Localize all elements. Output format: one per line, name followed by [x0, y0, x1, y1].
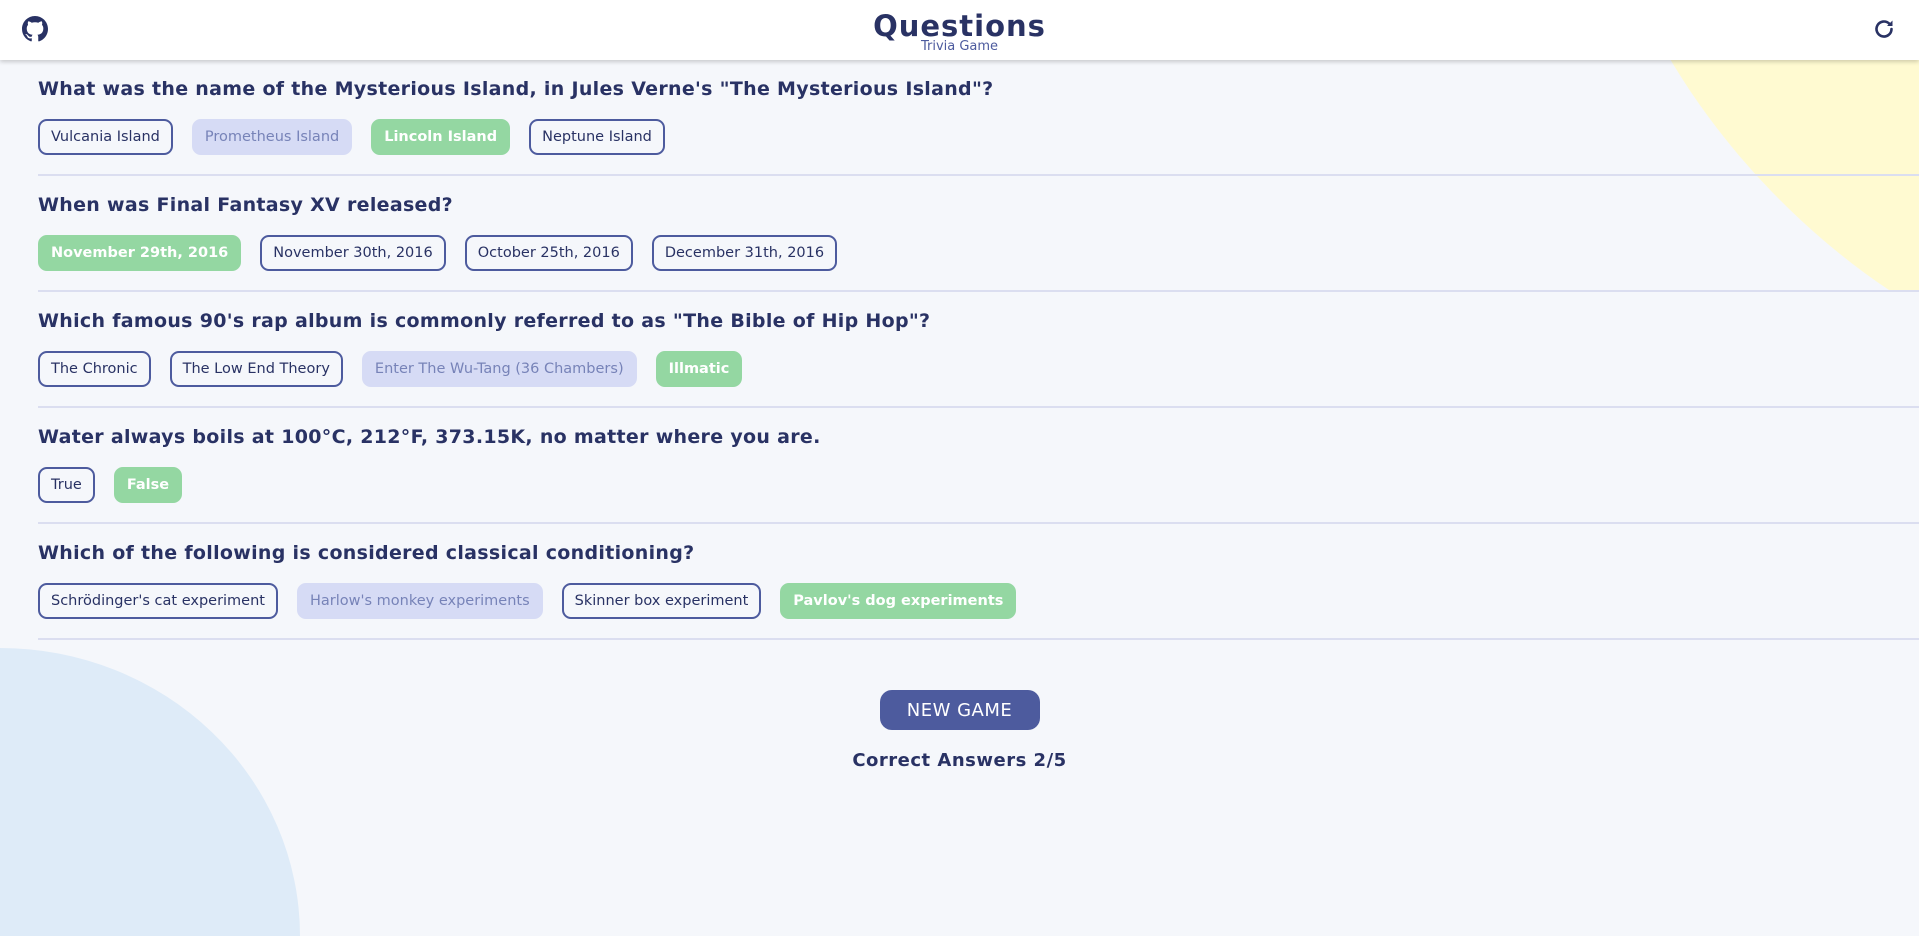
- score-text: Correct Answers 2/5: [852, 750, 1067, 771]
- answer-option[interactable]: December 31th, 2016: [651, 235, 838, 271]
- answer-option[interactable]: Pavlov's dog experiments: [780, 583, 1017, 619]
- answer-options: Vulcania Island Prometheus Island Lincol…: [38, 119, 665, 155]
- question-item: When was Final Fantasy XV released? Nove…: [38, 176, 1919, 292]
- questions-list: What was the name of the Mysterious Isla…: [38, 60, 1919, 640]
- question-text: Water always boils at 100°C, 212°F, 373.…: [38, 426, 821, 448]
- refresh-icon[interactable]: [1869, 14, 1899, 44]
- answer-option[interactable]: October 25th, 2016: [464, 235, 633, 271]
- question-text: Which famous 90's rap album is commonly …: [38, 310, 931, 332]
- question-text: What was the name of the Mysterious Isla…: [38, 78, 994, 100]
- question-item: What was the name of the Mysterious Isla…: [38, 60, 1919, 176]
- answer-option[interactable]: Harlow's monkey experiments: [296, 583, 543, 619]
- app-header: Questions Trivia Game: [0, 0, 1919, 60]
- answer-option[interactable]: Schrödinger's cat experiment: [38, 583, 278, 619]
- answer-options: November 29th, 2016 November 30th, 2016 …: [38, 235, 838, 271]
- answer-option[interactable]: True: [38, 467, 95, 503]
- answer-option[interactable]: November 29th, 2016: [38, 235, 242, 271]
- new-game-button[interactable]: NEW GAME: [879, 690, 1040, 730]
- answer-option[interactable]: Illmatic: [655, 351, 743, 387]
- title-block: Questions Trivia Game: [0, 8, 1919, 53]
- answer-options: The Chronic The Low End Theory Enter The…: [38, 351, 743, 387]
- quiz-footer: NEW GAME Correct Answers 2/5: [0, 690, 1919, 771]
- answer-option[interactable]: November 30th, 2016: [260, 235, 446, 271]
- answer-option[interactable]: Skinner box experiment: [561, 583, 762, 619]
- answer-option[interactable]: The Chronic: [38, 351, 151, 387]
- page-subtitle: Trivia Game: [920, 39, 999, 54]
- question-item: Which of the following is considered cla…: [38, 524, 1919, 640]
- answer-option[interactable]: Prometheus Island: [191, 119, 353, 155]
- question-item: Which famous 90's rap album is commonly …: [38, 292, 1919, 408]
- answer-option[interactable]: False: [113, 467, 183, 503]
- answer-option[interactable]: Lincoln Island: [371, 119, 511, 155]
- answer-option[interactable]: Neptune Island: [529, 119, 665, 155]
- question-text: When was Final Fantasy XV released?: [38, 194, 453, 216]
- answer-options: True False: [38, 467, 183, 503]
- answer-option[interactable]: Enter The Wu-Tang (36 Chambers): [361, 351, 637, 387]
- question-item: Water always boils at 100°C, 212°F, 373.…: [38, 408, 1919, 524]
- answer-options: Schrödinger's cat experiment Harlow's mo…: [38, 583, 1017, 619]
- answer-option[interactable]: Vulcania Island: [38, 119, 173, 155]
- answer-option[interactable]: The Low End Theory: [169, 351, 343, 387]
- question-text: Which of the following is considered cla…: [38, 542, 695, 564]
